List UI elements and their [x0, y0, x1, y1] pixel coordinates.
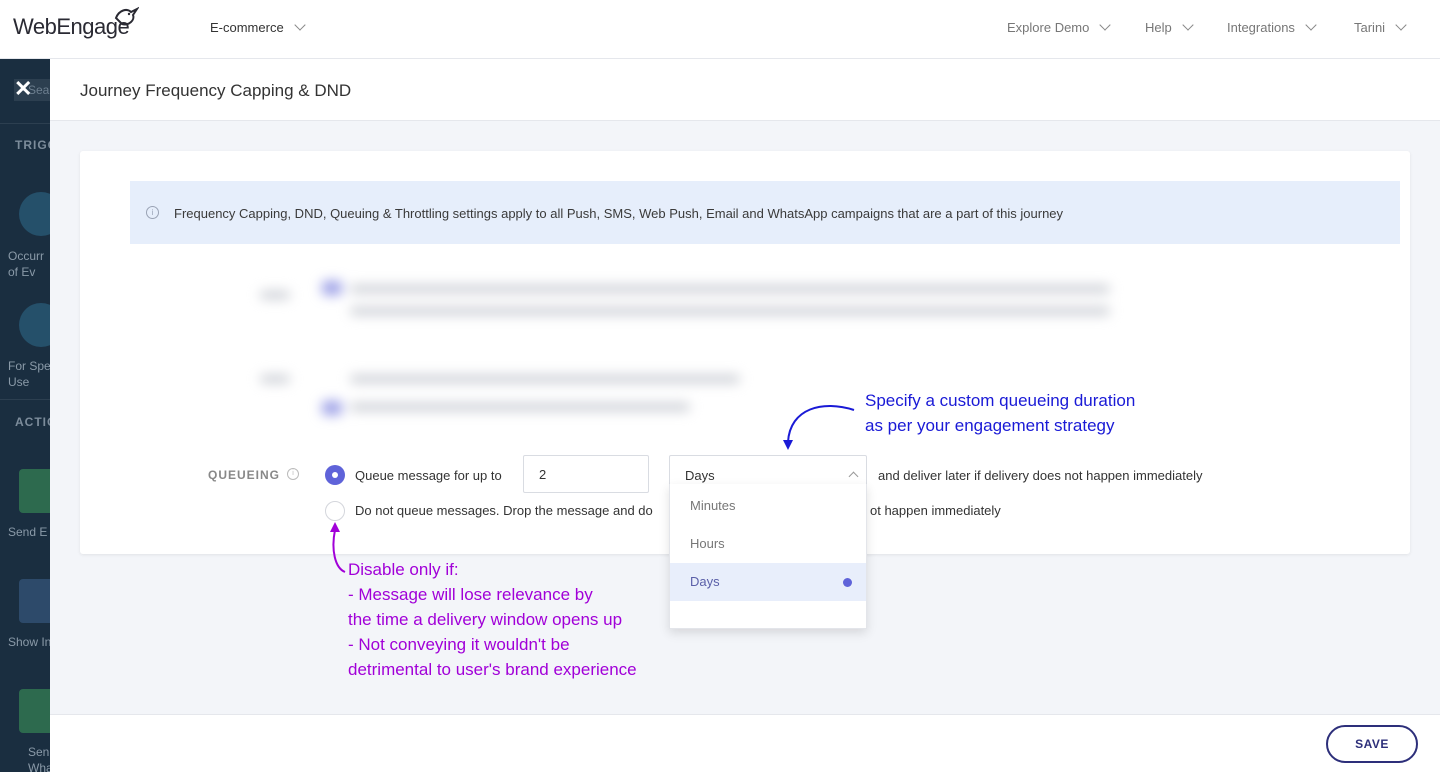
annotation-blue: Specify a custom queueing duration as pe… [865, 388, 1135, 438]
nav-help-label: Help [1145, 20, 1172, 35]
nav-explore-demo[interactable]: Explore Demo [1007, 19, 1112, 35]
modal-title: Journey Frequency Capping & DND [80, 81, 352, 100]
save-button[interactable]: SAVE [1326, 725, 1418, 763]
webengage-logo[interactable]: WebEngage [13, 6, 139, 40]
in-app-icon[interactable] [19, 579, 50, 623]
do-not-queue-label: Do not queue messages. Drop the message … [355, 503, 653, 518]
annotation-line: - Message will lose relevance by [348, 585, 593, 604]
annotation-line: the time a delivery window opens up [348, 610, 623, 629]
sidebar-item-label: Sen Whats [28, 745, 50, 772]
annotation-arrow-blue [783, 404, 855, 450]
logo-text: WebEngage [13, 14, 130, 39]
chevron-down-icon [1395, 19, 1407, 31]
project-dropdown[interactable]: E-commerce [210, 19, 306, 35]
queue-unit-value: Days [685, 468, 715, 483]
annotation-line: Specify a custom queueing duration [865, 391, 1136, 410]
divider [0, 123, 50, 124]
chevron-down-icon [1182, 19, 1194, 31]
nav-integrations-label: Integrations [1227, 20, 1295, 35]
close-icon[interactable]: ✕ [14, 77, 32, 101]
queue-duration-input[interactable] [523, 455, 649, 493]
selected-dot-icon [843, 578, 852, 587]
nav-user-menu[interactable]: Tarini [1354, 19, 1407, 35]
chevron-down-icon [1305, 19, 1317, 31]
sidebar-section-triggers: TRIGG [15, 138, 50, 152]
csv-icon[interactable] [19, 303, 50, 347]
divider [0, 399, 50, 400]
chevron-down-icon [1099, 19, 1112, 31]
nav-help[interactable]: Help [1145, 19, 1194, 35]
queueing-label: QUEUEING [208, 468, 281, 482]
annotation-line: - Not conveying it wouldn't be [348, 635, 570, 654]
dropdown-option-days[interactable]: Days [670, 563, 866, 601]
queue-option-label: Queue message for up to [355, 468, 502, 483]
annotation-line: Disable only if: [348, 560, 459, 579]
annotation-line: as per your engagement strategy [865, 416, 1115, 435]
do-not-queue-label-end: ot happen immediately [870, 503, 1001, 518]
whatsapp-icon[interactable] [19, 689, 50, 733]
sidebar-item-label: For Spe Use [8, 359, 50, 389]
dropdown-option-hours[interactable]: Hours [670, 525, 866, 563]
annotation-purple: Disable only if: - Message will lose rel… [348, 557, 637, 682]
info-icon: i [287, 468, 299, 480]
info-icon: i [146, 206, 159, 219]
queue-message-radio[interactable] [325, 465, 345, 485]
unit-dropdown-menu: Minutes Hours Days [669, 484, 867, 629]
project-label: E-commerce [210, 20, 284, 35]
dropdown-option-days-label: Days [690, 574, 720, 589]
nav-user-label: Tarini [1354, 20, 1386, 35]
annotation-line: detrimental to user's brand experience [348, 660, 637, 679]
nav-explore-demo-label: Explore Demo [1007, 20, 1090, 35]
sidebar-item-label: Show In [8, 635, 50, 649]
star-icon[interactable] [19, 192, 50, 236]
sidebar-section-actions: ACTIO [15, 415, 50, 429]
info-text: Frequency Capping, DND, Queuing & Thrott… [174, 206, 1064, 221]
sidebar-item-label: Send E [8, 525, 48, 539]
bird-icon [114, 6, 139, 26]
chevron-up-icon [848, 471, 859, 482]
do-not-queue-radio[interactable] [325, 501, 345, 521]
chevron-down-icon [294, 19, 306, 31]
email-icon[interactable] [19, 469, 50, 513]
modal-footer: SAVE [50, 714, 1440, 773]
info-banner: i Frequency Capping, DND, Queuing & Thro… [130, 181, 1400, 244]
journey-sidebar: Sea ✕ TRIGG Occurr of Ev For Spe Use ACT… [0, 59, 50, 772]
blurred-settings [80, 251, 1410, 451]
queue-option-suffix: and deliver later if delivery does not h… [878, 468, 1203, 483]
top-bar: WebEngage E-commerce Explore Demo Help I… [0, 0, 1440, 59]
nav-integrations[interactable]: Integrations [1227, 19, 1317, 35]
modal-header: Journey Frequency Capping & DND [50, 59, 1440, 121]
sidebar-item-label: Occurr of Ev [8, 249, 44, 279]
dropdown-option-minutes[interactable]: Minutes [670, 487, 866, 525]
